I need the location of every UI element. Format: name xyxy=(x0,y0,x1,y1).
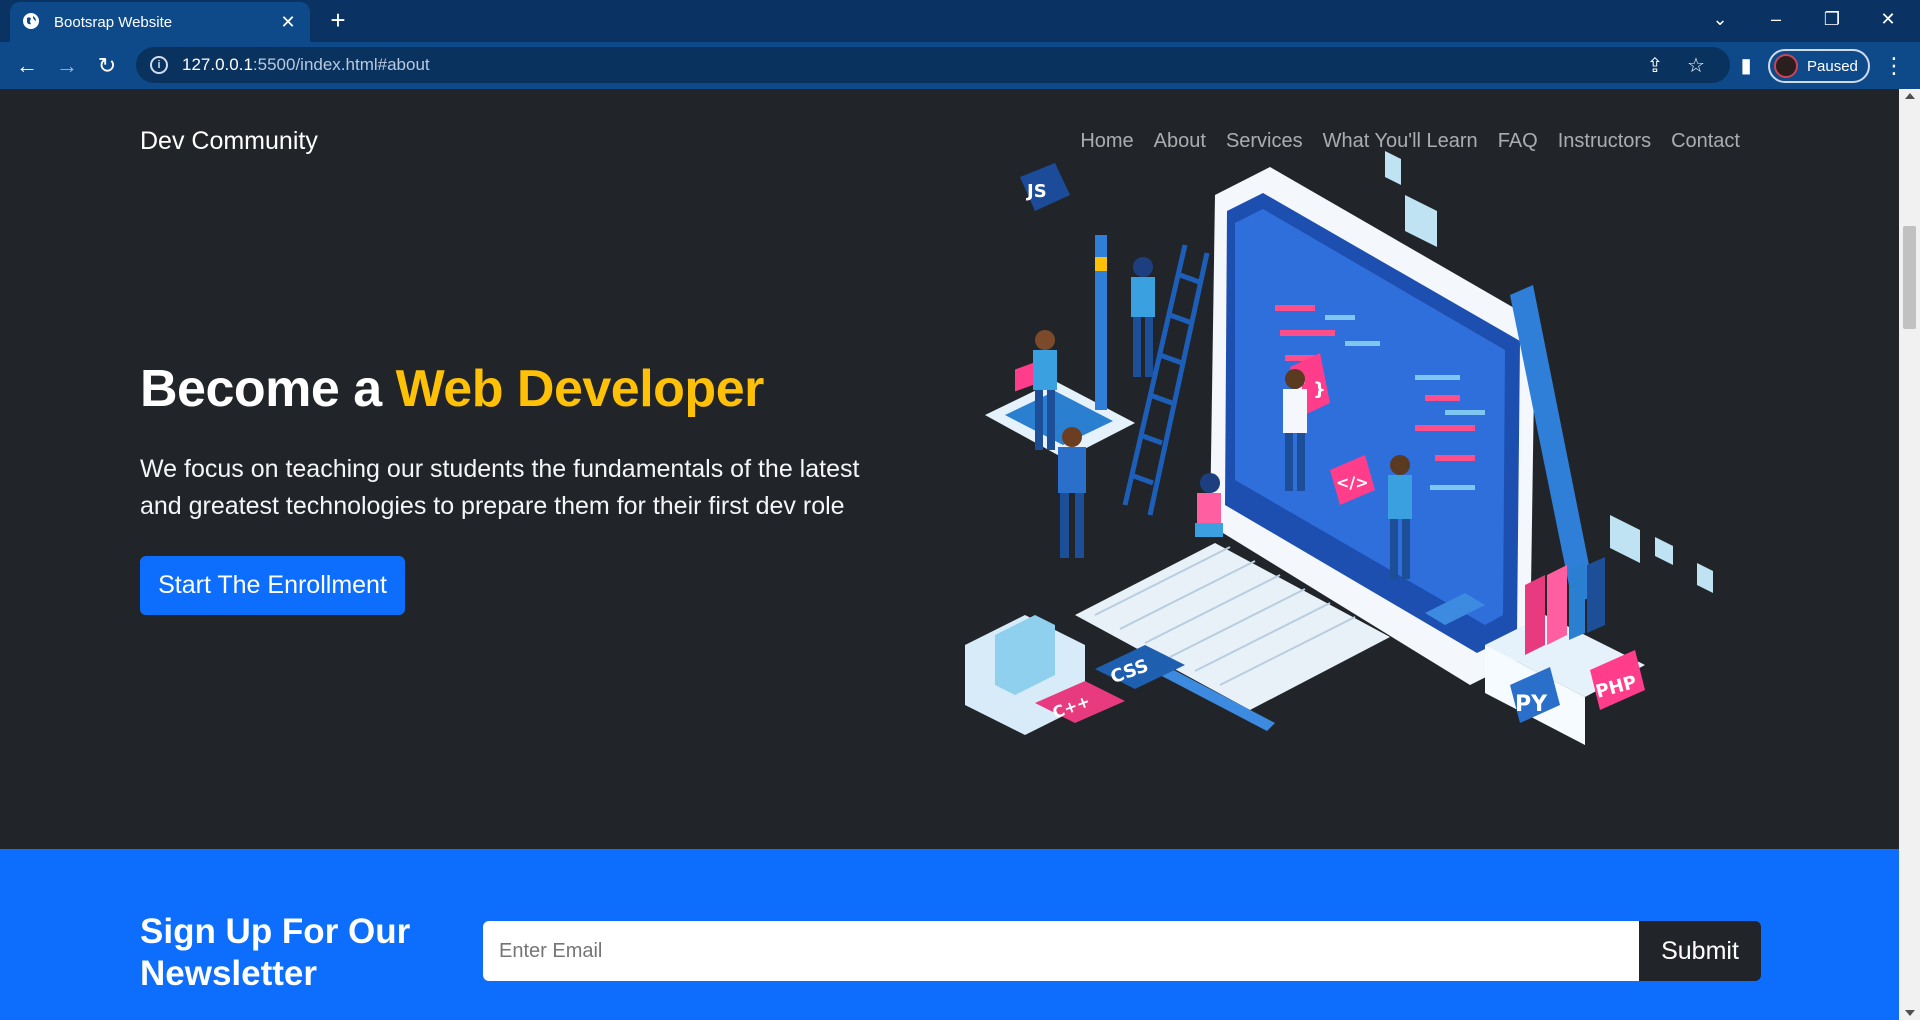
newsletter-email-input[interactable] xyxy=(483,921,1640,981)
newsletter-section: Sign Up For Our Newsletter Submit xyxy=(0,849,1899,1020)
js-label: JS xyxy=(1025,181,1047,202)
minimize-button[interactable]: – xyxy=(1748,0,1804,38)
hero-title: Become a Web Developer xyxy=(140,359,764,419)
forward-button[interactable]: → xyxy=(52,51,82,81)
floating-tile xyxy=(1385,151,1401,185)
newsletter-submit-button[interactable]: Submit xyxy=(1639,921,1761,981)
py-label: PY xyxy=(1515,692,1548,717)
profile-status: Paused xyxy=(1807,57,1858,75)
floating-tile xyxy=(1405,195,1437,247)
close-window-button[interactable]: ✕ xyxy=(1860,0,1916,38)
side-panel-icon[interactable]: ▮ xyxy=(1732,52,1760,80)
floating-tile xyxy=(1610,515,1640,563)
hero-description: We focus on teaching our students the fu… xyxy=(140,455,860,520)
newsletter-title: Sign Up For Our Newsletter xyxy=(140,912,411,993)
scrollbar-thumb[interactable] xyxy=(1903,226,1916,329)
person-figure xyxy=(1195,473,1223,537)
close-tab-icon[interactable]: ✕ xyxy=(278,12,298,32)
share-icon[interactable]: ⇪ xyxy=(1641,52,1669,80)
start-enrollment-button[interactable]: Start The Enrollment xyxy=(140,556,405,615)
restore-button[interactable]: ❐ xyxy=(1804,0,1860,38)
scroll-up-arrow-icon[interactable] xyxy=(1905,93,1915,99)
hero-title-accent: Web Developer xyxy=(395,360,765,418)
reload-button[interactable]: ↻ xyxy=(92,51,122,81)
back-button[interactable]: ← xyxy=(12,51,42,81)
globe-icon xyxy=(22,12,42,32)
tab-title: Bootsrap Website xyxy=(54,13,173,31)
browser-menu-icon[interactable]: ⋮ xyxy=(1882,52,1906,80)
page-viewport: Dev Community Home About Services What Y… xyxy=(0,89,1899,1020)
browser-chrome: Bootsrap Website ✕ + ⌄ – ❐ ✕ ← → ↻ i 127… xyxy=(0,0,1920,89)
site-info-icon[interactable]: i xyxy=(150,56,168,74)
tab-search-chevron-icon[interactable]: ⌄ xyxy=(1692,0,1748,38)
floating-tile xyxy=(1655,537,1673,565)
avatar xyxy=(1774,54,1798,78)
address-bar[interactable]: i 127.0.0.1:5500/index.html#about xyxy=(136,47,1730,83)
hero-title-prefix: Become a xyxy=(140,360,396,418)
browser-tab[interactable]: Bootsrap Website ✕ xyxy=(10,2,310,42)
floating-tile xyxy=(1697,563,1713,593)
new-tab-button[interactable]: + xyxy=(325,7,351,34)
tab-strip: Bootsrap Website ✕ + ⌄ – ❐ ✕ xyxy=(0,0,1920,42)
page-scrollbar[interactable] xyxy=(1899,89,1920,1020)
url-host: 127.0.0.1 xyxy=(182,55,253,74)
pencil-band xyxy=(1095,257,1107,271)
scroll-down-arrow-icon[interactable] xyxy=(1905,1010,1915,1016)
bookmark-star-icon[interactable]: ☆ xyxy=(1682,52,1710,80)
site-brand[interactable]: Dev Community xyxy=(140,121,318,161)
person-figure xyxy=(1131,257,1155,377)
url-path: :5500/index.html#about xyxy=(252,55,430,74)
profile-button[interactable]: Paused xyxy=(1768,49,1870,83)
code-tag-label: </> xyxy=(1336,473,1369,492)
browser-toolbar: ← → ↻ i 127.0.0.1:5500/index.html#about … xyxy=(0,42,1920,89)
developer-illustration: JS { } </> CSS C++ PY PHP xyxy=(965,151,1713,745)
